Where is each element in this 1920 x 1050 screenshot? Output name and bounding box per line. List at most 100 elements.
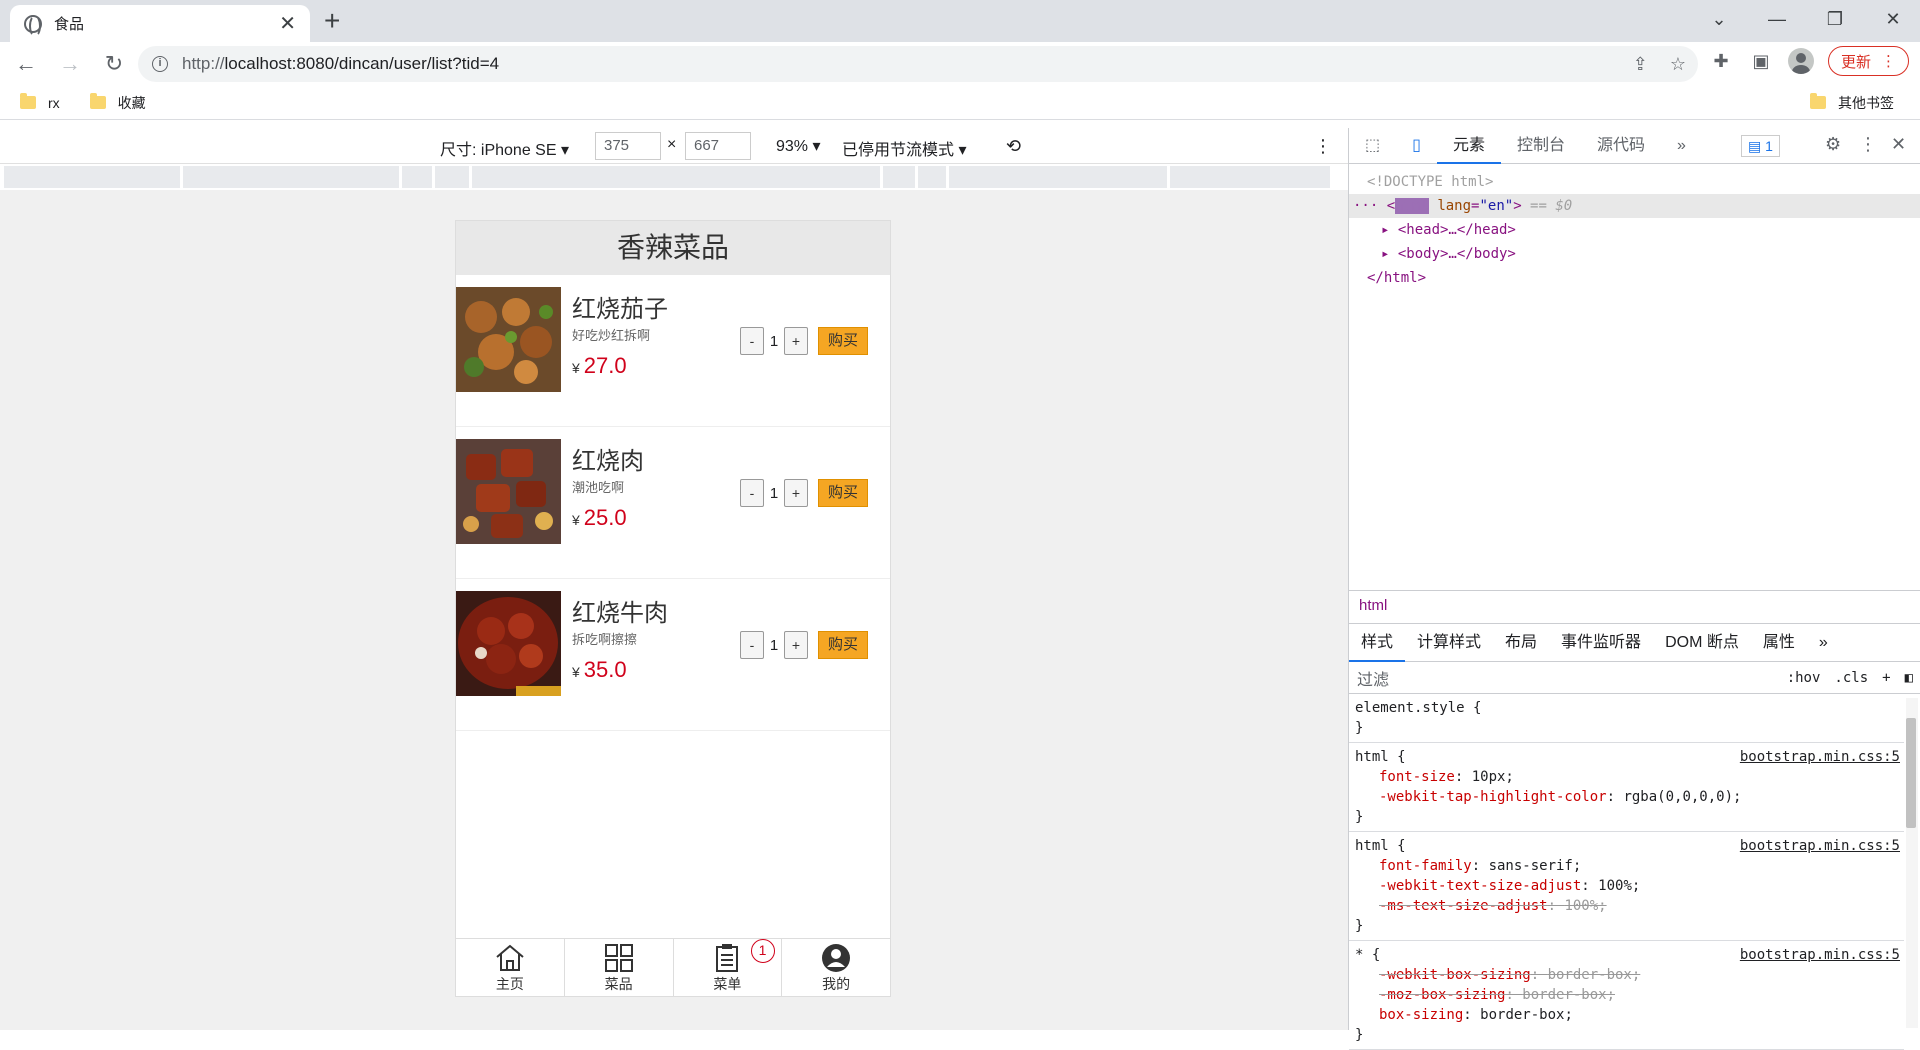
css-rule[interactable]: element.style {} bbox=[1349, 694, 1904, 743]
food-image-braised-pork bbox=[456, 439, 561, 544]
tab-sources[interactable]: 源代码 bbox=[1581, 128, 1661, 164]
dom-html-node[interactable]: ··· <html lang="en"> == $0 bbox=[1349, 194, 1920, 218]
bookmark-folder-favorites[interactable]: 收藏 bbox=[89, 93, 146, 113]
tab-elements[interactable]: 元素 bbox=[1436, 128, 1501, 164]
decrease-button[interactable]: - bbox=[740, 631, 764, 659]
more-menu-icon[interactable]: ⋮ bbox=[1881, 52, 1896, 70]
inspect-icon[interactable]: ⬚ bbox=[1349, 128, 1396, 164]
new-rule-icon[interactable]: + bbox=[1882, 670, 1890, 686]
dom-head-node[interactable]: ▸ <head>…</head> bbox=[1367, 218, 1920, 242]
device-more-icon[interactable]: ⋮ bbox=[1314, 136, 1332, 157]
decrease-button[interactable]: - bbox=[740, 327, 764, 355]
rule-close: } bbox=[1355, 720, 1364, 736]
profile-avatar[interactable] bbox=[1788, 48, 1814, 74]
rule-source-link[interactable]: bootstrap.min.css:5 bbox=[1740, 836, 1900, 856]
devtools-menu-icon[interactable]: ⋮ bbox=[1859, 134, 1877, 155]
close-tab-icon[interactable]: ✕ bbox=[279, 11, 296, 36]
css-rule[interactable]: * {bootstrap.min.css:5 -webkit-box-sizing… bbox=[1349, 941, 1904, 1050]
address-bar[interactable]: i http://localhost:8080/dincan/user/list… bbox=[138, 46, 1698, 82]
tab-properties[interactable]: 属性 bbox=[1751, 624, 1807, 662]
update-button[interactable]: 更新 ⋮ bbox=[1828, 46, 1910, 76]
cls-toggle[interactable]: .cls bbox=[1834, 670, 1868, 686]
nav-label: 主页 bbox=[495, 976, 524, 992]
share-icon[interactable]: ⇪ bbox=[1633, 54, 1648, 75]
forward-button[interactable]: → bbox=[52, 46, 88, 82]
back-button[interactable]: ← bbox=[8, 46, 44, 82]
bottom-nav: 主页 菜品 1 菜单 我的 bbox=[456, 938, 890, 996]
settings-icon[interactable]: ⚙ bbox=[1825, 134, 1841, 155]
height-input[interactable]: 667 bbox=[685, 132, 751, 160]
browser-toolbar: ← → ↻ i http://localhost:8080/dincan/use… bbox=[0, 42, 1920, 86]
nav-home[interactable]: 主页 bbox=[456, 939, 565, 996]
close-window-button[interactable]: ✕ bbox=[1864, 9, 1920, 30]
rule-source-link[interactable]: bootstrap.min.css:5 bbox=[1740, 945, 1900, 965]
globe-icon bbox=[24, 14, 42, 37]
tab-console[interactable]: 控制台 bbox=[1501, 128, 1581, 164]
quantity-value: 1 bbox=[769, 484, 779, 502]
other-bookmarks[interactable]: 其他书签 bbox=[1810, 93, 1894, 113]
tab-title: 食品 bbox=[54, 16, 85, 33]
food-price: ¥35.0 bbox=[572, 657, 627, 682]
restore-button[interactable]: ❐ bbox=[1806, 9, 1864, 30]
side-panel-icon[interactable]: ▣ bbox=[1748, 51, 1774, 72]
minimize-button[interactable]: — bbox=[1748, 9, 1806, 30]
nav-label: 菜品 bbox=[604, 976, 633, 992]
tab-layout[interactable]: 布局 bbox=[1493, 624, 1549, 662]
css-property[interactable]: -webkit-tap-highlight-color: rgba(0,0,0,… bbox=[1355, 787, 1898, 807]
buy-button[interactable]: 购买 bbox=[818, 479, 868, 507]
tab-computed[interactable]: 计算样式 bbox=[1405, 624, 1493, 662]
browser-tab[interactable]: 食品 ✕ bbox=[10, 5, 310, 42]
nav-dishes[interactable]: 菜品 bbox=[565, 939, 674, 996]
close-devtools-icon[interactable]: ✕ bbox=[1891, 134, 1906, 155]
css-property[interactable]: box-sizing: border-box; bbox=[1355, 1005, 1898, 1025]
tab-search-icon[interactable]: ⌄ bbox=[1690, 9, 1748, 30]
zoom-select[interactable]: 93% ▾ bbox=[776, 136, 821, 156]
css-rule[interactable]: html {bootstrap.min.css:5 font-family: sa… bbox=[1349, 832, 1904, 941]
cart-count-badge: 1 bbox=[750, 939, 775, 963]
quantity-value: 1 bbox=[769, 332, 779, 350]
css-property[interactable]: -webkit-box-sizing: border-box; bbox=[1355, 965, 1898, 985]
filter-input[interactable]: 过滤 bbox=[1357, 666, 1389, 690]
decrease-button[interactable]: - bbox=[740, 479, 764, 507]
buy-button[interactable]: 购买 bbox=[818, 631, 868, 659]
width-input[interactable]: 375 bbox=[595, 132, 661, 160]
bookmark-folder-rx[interactable]: rx bbox=[20, 93, 60, 111]
sidebar-toggle-icon[interactable]: ◧ bbox=[1905, 670, 1913, 686]
css-property[interactable]: -moz-box-sizing: border-box; bbox=[1355, 985, 1898, 1005]
extensions-icon[interactable]: ✚ bbox=[1708, 51, 1734, 72]
food-name: 红烧茄子 bbox=[572, 296, 668, 323]
tab-dom-breakpoints[interactable]: DOM 断点 bbox=[1653, 624, 1751, 662]
dom-doctype: <!DOCTYPE html> bbox=[1367, 174, 1494, 190]
site-info-icon[interactable]: i bbox=[152, 56, 168, 72]
buy-button[interactable]: 购买 bbox=[818, 327, 868, 355]
device-select[interactable]: 尺寸: iPhone SE ▾ bbox=[440, 136, 569, 160]
rule-source-link[interactable]: bootstrap.min.css:5 bbox=[1740, 747, 1900, 767]
increase-button[interactable]: + bbox=[784, 327, 808, 355]
page-title: 香辣菜品 bbox=[456, 221, 890, 275]
more-tabs-icon[interactable]: » bbox=[1661, 128, 1702, 164]
breadcrumb[interactable]: html bbox=[1349, 590, 1920, 624]
bookmark-star-icon[interactable]: ☆ bbox=[1670, 54, 1686, 75]
nav-menu[interactable]: 1 菜单 bbox=[674, 939, 783, 996]
css-property[interactable]: -webkit-text-size-adjust: 100%; bbox=[1355, 876, 1898, 896]
folder-icon bbox=[20, 93, 36, 109]
new-tab-button[interactable]: + bbox=[324, 5, 340, 37]
reload-button[interactable]: ↻ bbox=[96, 46, 132, 82]
rotate-icon[interactable]: ⟲ bbox=[1006, 136, 1021, 157]
hov-toggle[interactable]: :hov bbox=[1787, 670, 1821, 686]
css-property[interactable]: font-size: 10px; bbox=[1355, 767, 1898, 787]
more-style-tabs-icon[interactable]: » bbox=[1807, 624, 1840, 662]
css-property[interactable]: font-family: sans-serif; bbox=[1355, 856, 1898, 876]
dom-body-node[interactable]: ▸ <body>…</body> bbox=[1367, 242, 1920, 266]
nav-profile[interactable]: 我的 bbox=[782, 939, 890, 996]
throttle-select[interactable]: 已停用节流模式 ▾ bbox=[842, 136, 967, 160]
tab-styles[interactable]: 样式 bbox=[1349, 624, 1406, 662]
css-property[interactable]: -ms-text-size-adjust: 100%; bbox=[1355, 896, 1898, 916]
issues-badge[interactable]: ▤ 1 bbox=[1741, 135, 1780, 157]
tab-event-listeners[interactable]: 事件监听器 bbox=[1549, 624, 1653, 662]
device-toggle-icon[interactable]: ▯ bbox=[1396, 128, 1437, 164]
css-rule[interactable]: html {bootstrap.min.css:5 font-size: 10px… bbox=[1349, 743, 1904, 832]
increase-button[interactable]: + bbox=[784, 479, 808, 507]
styles-scrollbar[interactable] bbox=[1906, 698, 1918, 1028]
increase-button[interactable]: + bbox=[784, 631, 808, 659]
